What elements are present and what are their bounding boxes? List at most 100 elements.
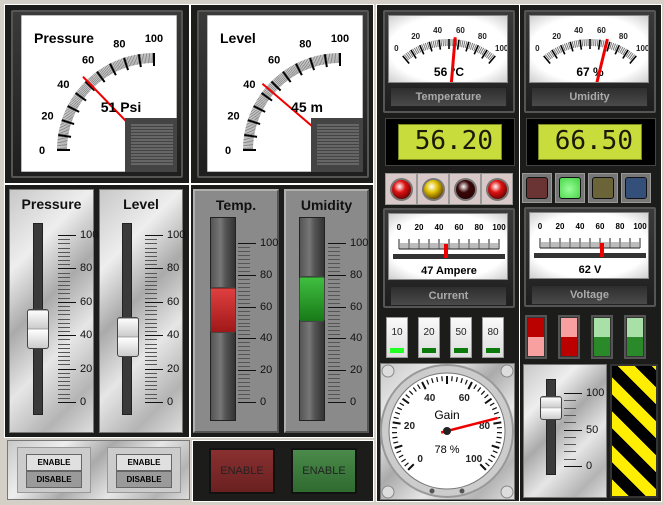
- slider-tick: [328, 314, 340, 316]
- slider-tick: [238, 390, 250, 392]
- meter-tick: [597, 39, 601, 50]
- slider-tick: [145, 331, 157, 333]
- slider-tick: [58, 297, 70, 299]
- slider-tick: [564, 429, 582, 431]
- range-button-50[interactable]: 50: [450, 317, 472, 358]
- slider-tick: [238, 366, 250, 368]
- enable-button-green[interactable]: ENABLE: [291, 448, 357, 494]
- meter-tick: [577, 39, 580, 47]
- rocker-switch-2[interactable]: [558, 315, 580, 359]
- slider-tick: [58, 397, 70, 399]
- umidity-slider[interactable]: Umidity 0 20 40 60 80 100: [284, 189, 369, 433]
- slider-tick: [238, 258, 250, 260]
- rocker-bottom: [627, 337, 643, 356]
- slider-thumb[interactable]: [27, 308, 49, 349]
- slider-tick: [238, 302, 250, 304]
- slider-tick: [238, 342, 250, 344]
- gain-title: Gain: [434, 408, 459, 422]
- gauge-tick-label: 80: [299, 38, 311, 50]
- slider-tick: [58, 385, 70, 387]
- slider-tick: [145, 402, 163, 403]
- slider-tick: [238, 374, 250, 376]
- meter-tick-label: 100: [492, 223, 506, 232]
- slider-tick: [238, 394, 250, 396]
- slider-tick: [238, 246, 250, 248]
- slider-tick: [238, 278, 250, 280]
- gauge-tick: [147, 53, 150, 64]
- slider-thumb[interactable]: [210, 286, 236, 333]
- range-button-indicator: [390, 348, 404, 353]
- slider-thumb[interactable]: [299, 275, 325, 322]
- slider-tick: [238, 294, 250, 296]
- slider-tick: [564, 444, 576, 446]
- slider-tick-label: 100: [260, 237, 279, 249]
- rocker-switch-3[interactable]: [591, 315, 613, 359]
- slider-tick: [238, 350, 250, 352]
- meter-tick: [440, 39, 443, 47]
- slider-tick: [238, 262, 250, 264]
- gauge-tick-label: 100: [145, 33, 163, 45]
- slider-tick: [564, 458, 576, 460]
- right-slider[interactable]: 0 50 100: [523, 364, 607, 498]
- gauge-tick: [496, 436, 502, 439]
- slider-tick-label: 0: [586, 460, 593, 472]
- slider-tick: [238, 270, 250, 272]
- slider-thumb[interactable]: [540, 395, 562, 420]
- range-button-10[interactable]: 10: [386, 317, 408, 358]
- meter-track: [534, 253, 646, 258]
- slider-tick: [328, 270, 340, 272]
- slider-tick: [145, 389, 157, 391]
- enable-toggle-1[interactable]: ENABLE: [26, 454, 82, 471]
- pressure-slider[interactable]: Pressure 0 20 40 60 80 100: [9, 189, 98, 433]
- square-led-row: [522, 173, 654, 203]
- slider-tick: [238, 386, 250, 388]
- current-label: Current: [390, 286, 507, 306]
- slider-tick: [58, 272, 70, 274]
- rocker-top: [561, 318, 577, 337]
- meter-tick: [438, 39, 442, 50]
- slider-thumb[interactable]: [117, 316, 139, 357]
- meter-tick: [432, 40, 436, 48]
- bolt-icon: [381, 364, 395, 378]
- umidity-slider-title: Umidity: [300, 197, 353, 213]
- slider-tick: [58, 356, 70, 358]
- disable-toggle-2[interactable]: DISABLE: [116, 471, 172, 488]
- slider-tick-label: 100: [586, 387, 605, 399]
- slider-tick: [238, 274, 256, 276]
- meter-tick: [418, 44, 425, 55]
- slider-tick: [145, 393, 157, 395]
- enable-toggle-2[interactable]: ENABLE: [116, 454, 172, 471]
- meter-tick: [596, 39, 599, 47]
- range-button-80[interactable]: 80: [482, 317, 504, 358]
- slider-tick: [58, 326, 70, 328]
- rocker-switch-4[interactable]: [624, 315, 646, 359]
- slider-tick: [328, 386, 340, 388]
- slider-tick-label: 50: [586, 423, 599, 436]
- slider-tick: [564, 414, 576, 416]
- slider-tick: [58, 372, 70, 374]
- rocker-switch-1[interactable]: [525, 315, 547, 359]
- bolt-icon: [500, 485, 514, 499]
- slider-tick: [145, 376, 157, 378]
- gauge-tick-label: 100: [331, 33, 349, 45]
- gauge-tick: [333, 53, 336, 64]
- range-button-20[interactable]: 20: [418, 317, 440, 358]
- disable-toggle-1[interactable]: DISABLE: [26, 471, 82, 488]
- round-led-3: [454, 178, 477, 201]
- meter-tick-label: 80: [619, 32, 628, 41]
- temp-slider[interactable]: Temp. 0 20 40 60 80 100: [193, 189, 279, 433]
- meter-readout: 47 Ampere: [421, 265, 477, 277]
- gauge-tick-label: 20: [227, 110, 239, 122]
- gauge-tick: [392, 436, 398, 439]
- slider-tick-label: 80: [80, 262, 93, 275]
- slider-tick: [58, 364, 70, 366]
- slider-tick-label: 60: [80, 295, 93, 308]
- round-led-row: [385, 173, 513, 205]
- hazard-stripe-panel: [610, 364, 658, 498]
- meter-tick: [559, 44, 566, 55]
- range-button-label: 10: [391, 327, 403, 338]
- slider-tick: [145, 343, 157, 345]
- level-slider[interactable]: Level 0 20 40 60 80 100: [99, 189, 185, 433]
- enable-button-red[interactable]: ENABLE: [209, 448, 275, 494]
- slider-tick: [58, 351, 70, 353]
